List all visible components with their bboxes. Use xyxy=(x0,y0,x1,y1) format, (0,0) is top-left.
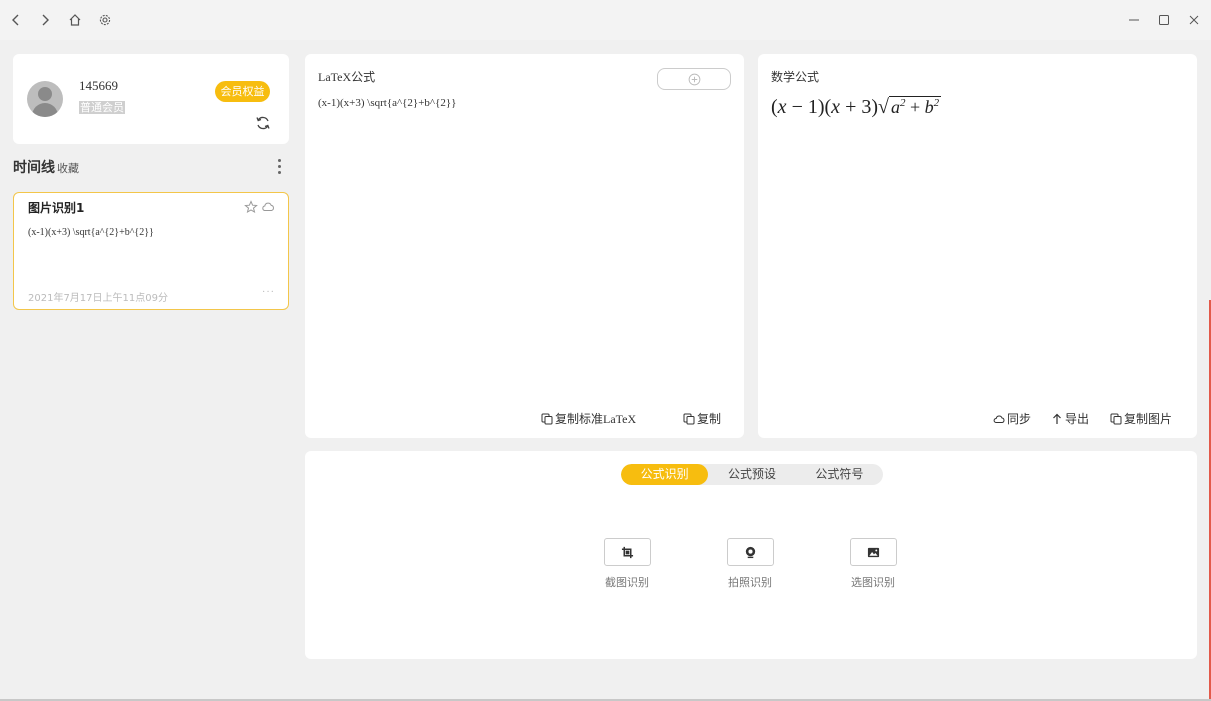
recognition-panel: 公式识别 公式预设 公式符号 截图识别 拍照识别 选图识别 xyxy=(305,451,1197,659)
latex-content[interactable]: (x-1)(x+3) \sqrt{a^{2}+b^{2}} xyxy=(318,97,728,109)
copy-icon xyxy=(541,413,553,424)
camera-icon xyxy=(745,546,756,558)
title-bar xyxy=(0,0,1211,40)
chevron-right-icon[interactable] xyxy=(36,11,54,29)
copy-icon xyxy=(1110,413,1122,424)
gear-icon[interactable] xyxy=(96,11,114,29)
copy-label: 复制 xyxy=(697,412,722,426)
vip-benefits-button[interactable]: 会员权益 xyxy=(215,81,270,102)
copy-image-button[interactable]: 复制图片 xyxy=(1110,410,1172,427)
arrow-up-icon xyxy=(1053,413,1061,424)
timeline-item-formula: (x-1)(x+3) \sqrt{a^{2}+b^{2}} xyxy=(28,227,154,238)
more-options-icon[interactable] xyxy=(274,158,284,176)
cloud-icon[interactable] xyxy=(261,200,275,214)
cloud-icon xyxy=(993,414,1005,423)
screenshot-recognition-label: 截图识别 xyxy=(605,576,649,589)
timeline-item-date: 2021年7月17日上午11点09分 xyxy=(28,293,168,304)
sync-button[interactable]: 同步 xyxy=(993,410,1031,427)
minimize-icon[interactable] xyxy=(1125,11,1143,29)
crop-icon xyxy=(621,546,634,558)
maximize-icon[interactable] xyxy=(1155,11,1173,29)
camera-recognition-button[interactable]: 拍照识别 xyxy=(727,538,774,590)
profile-card: 145669 普通会员 会员权益 xyxy=(13,54,289,144)
star-icon[interactable] xyxy=(244,200,258,214)
tab-formula-symbols[interactable]: 公式符号 xyxy=(796,464,883,485)
image-recognition-button[interactable]: 选图识别 xyxy=(850,538,897,590)
export-button[interactable]: 导出 xyxy=(1051,410,1089,427)
timeline-item-more[interactable]: ··· xyxy=(262,287,275,298)
tab-formula-recognition[interactable]: 公式识别 xyxy=(621,464,709,485)
plus-circle-icon xyxy=(688,73,700,85)
rendered-formula: (x − 1)(x + 3)√ a2 + b2 xyxy=(771,96,942,118)
user-id: 145669 xyxy=(79,78,118,93)
math-panel-title: 数学公式 xyxy=(771,70,820,84)
timeline-title[interactable]: 时间线 xyxy=(13,157,55,177)
home-icon[interactable] xyxy=(66,11,84,29)
copy-standard-latex-button[interactable]: 复制标准LaTeX xyxy=(541,410,636,427)
screenshot-recognition-button[interactable]: 截图识别 xyxy=(604,538,651,590)
copy-standard-latex-label: 复制标准LaTeX xyxy=(555,412,637,426)
copy-button[interactable]: 复制 xyxy=(683,410,721,427)
add-button[interactable] xyxy=(657,68,731,90)
math-panel: 数学公式 (x − 1)(x + 3)√ a2 + b2 同步 导出 复制图片 xyxy=(758,54,1197,438)
image-icon xyxy=(867,547,880,557)
refresh-icon[interactable] xyxy=(255,115,271,131)
latex-panel: LaTeX公式 (x-1)(x+3) \sqrt{a^{2}+b^{2}} 复制… xyxy=(305,54,744,438)
favorites-tab[interactable]: 收藏 xyxy=(57,160,79,176)
image-recognition-label: 选图识别 xyxy=(851,576,895,589)
recognition-tabs: 公式识别 公式预设 公式符号 xyxy=(621,464,883,485)
membership-level: 普通会员 xyxy=(79,101,125,114)
copy-icon xyxy=(683,413,695,424)
sync-label: 同步 xyxy=(1007,412,1032,426)
timeline-item-title: 图片识别1 xyxy=(28,201,85,215)
tab-formula-presets[interactable]: 公式预设 xyxy=(708,464,795,485)
chevron-left-icon[interactable] xyxy=(7,11,25,29)
copy-image-label: 复制图片 xyxy=(1124,412,1173,426)
avatar[interactable] xyxy=(27,81,63,117)
camera-recognition-label: 拍照识别 xyxy=(728,576,772,589)
latex-panel-title: LaTeX公式 xyxy=(318,70,376,84)
close-icon[interactable] xyxy=(1185,11,1203,29)
export-label: 导出 xyxy=(1065,412,1090,426)
timeline-item[interactable]: 图片识别1 (x-1)(x+3) \sqrt{a^{2}+b^{2}} 2021… xyxy=(13,192,289,310)
